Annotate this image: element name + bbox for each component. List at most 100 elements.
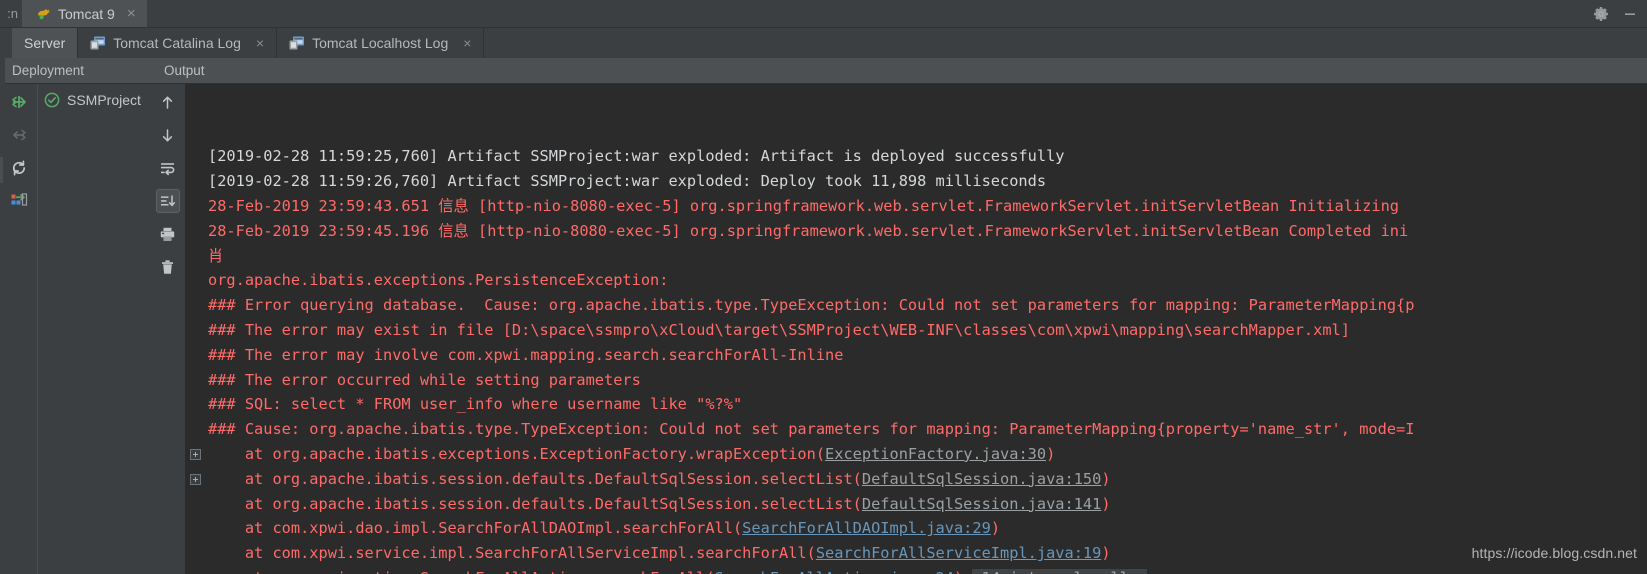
console-line: org.apache.ibatis.exceptions.Persistence…	[208, 268, 1647, 293]
console-line: [2019-02-28 11:59:25,760] Artifact SSMPr…	[208, 144, 1647, 169]
stacktrace-link[interactable]: SearchForAllDAOImpl.java:29	[742, 519, 991, 537]
console-line: 28-Feb-2019 23:59:45.196 信息 [http-nio-80…	[208, 219, 1647, 244]
close-icon[interactable]: ×	[256, 36, 264, 50]
console-fold-gutter	[186, 84, 208, 574]
run-configuration-tab-tomcat9[interactable]: Tomcat 9 ×	[22, 0, 147, 27]
console-text: ### The error occurred while setting par…	[208, 370, 641, 389]
console-text: at org.apache.ibatis.exceptions.Exceptio…	[208, 444, 826, 463]
stacktrace-link[interactable]: SearchForAllServiceImpl.java:19	[816, 544, 1102, 562]
console-line: 肖	[208, 244, 1647, 269]
console-text: [2019-02-28 11:59:26,760] Artifact SSMPr…	[208, 172, 1047, 191]
deploy-artifact-icon[interactable]	[9, 92, 29, 112]
fold-expand-icon[interactable]	[190, 473, 201, 485]
runbar-spacer	[147, 0, 1593, 27]
stacktrace-link-library[interactable]: DefaultSqlSession.java:141	[862, 495, 1101, 513]
output-panel: Output [2019-02-28 11:59:25,760] Artifac…	[150, 58, 1647, 574]
console-text-area[interactable]: [2019-02-28 11:59:25,760] Artifact SSMPr…	[186, 84, 1647, 574]
runbar-right-actions	[1593, 0, 1647, 27]
deployment-tree: SSMProject	[38, 84, 150, 574]
console-text: ### Error querying database. Cause: org.…	[208, 296, 1415, 315]
tool-window-left-stripe	[0, 57, 5, 574]
console-line: at org.apache.ibatis.exceptions.Exceptio…	[208, 442, 1647, 467]
scroll-up-icon[interactable]	[156, 90, 180, 114]
internal-calls-badge[interactable]: <14 internal calls>	[972, 568, 1148, 574]
console-text: ### Cause: org.apache.ibatis.type.TypeEx…	[208, 420, 1415, 439]
console-line: ### SQL: select * FROM user_info where u…	[208, 392, 1647, 417]
deployment-item-ssmproject[interactable]: SSMProject	[38, 90, 150, 110]
console-text: at org.apache.ibatis.session.defaults.De…	[208, 494, 862, 513]
stacktrace-link-library[interactable]: ExceptionFactory.java:30	[825, 445, 1046, 463]
console-text: 28-Feb-2019 23:59:43.651 信息 [http-nio-80…	[208, 196, 1409, 215]
deployment-action-toolbar	[0, 84, 38, 574]
output-body: [2019-02-28 11:59:25,760] Artifact SSMPr…	[150, 84, 1647, 574]
console-line: at com.xpwi.action.SearchForAllAction.se…	[208, 566, 1647, 574]
output-header: Output	[150, 58, 1647, 84]
console-line: ### The error occurred while setting par…	[208, 368, 1647, 393]
tab-tomcat-catalina-log-label: Tomcat Catalina Log	[113, 35, 241, 51]
tab-tomcat-localhost-log[interactable]: Tomcat Localhost Log ×	[277, 28, 485, 58]
console-tabstrip: Server Tomcat Catalina Log × Tomcat Loca…	[0, 28, 1647, 58]
edit-artifact-icon[interactable]	[9, 191, 29, 211]
console-text: )	[1101, 469, 1111, 488]
console-text: at org.apache.ibatis.session.defaults.De…	[208, 469, 862, 488]
console-text: 肖	[208, 246, 224, 265]
print-icon[interactable]	[156, 222, 180, 246]
left-stripe-mark	[0, 157, 3, 183]
tomcat-icon	[36, 6, 52, 21]
undeploy-artifact-icon	[9, 125, 29, 145]
success-check-icon	[44, 92, 60, 108]
close-icon[interactable]: ×	[463, 36, 471, 50]
clear-all-icon[interactable]	[156, 255, 180, 279]
scroll-down-icon[interactable]	[156, 123, 180, 147]
run-configuration-tab-label: Tomcat 9	[58, 5, 115, 22]
console-text: at com.xpwi.dao.impl.SearchForAllDAOImpl…	[208, 519, 743, 538]
console-line: ### The error may involve com.xpwi.mappi…	[208, 343, 1647, 368]
console-lines: [2019-02-28 11:59:25,760] Artifact SSMPr…	[208, 84, 1647, 574]
gear-icon[interactable]	[1593, 6, 1609, 22]
console-text: )	[954, 569, 972, 574]
console-line: at org.apache.ibatis.session.defaults.De…	[208, 467, 1647, 492]
soft-wrap-icon[interactable]	[156, 156, 180, 180]
idea-run-tool-window: n: Tomcat 9 × Server Tomcat Catalina Log…	[0, 0, 1647, 574]
console-text: )	[1046, 444, 1056, 463]
deployment-item-label: SSMProject	[67, 92, 141, 108]
minimize-icon[interactable]	[1623, 7, 1637, 21]
watermark: https://icode.blog.csdn.net	[1471, 545, 1637, 561]
log-icon	[90, 36, 106, 50]
console-line: ### Error querying database. Cause: org.…	[208, 293, 1647, 318]
console-text: at com.xpwi.service.impl.SearchForAllSer…	[208, 544, 816, 563]
console-text: ### SQL: select * FROM user_info where u…	[208, 395, 743, 414]
fold-expand-icon[interactable]	[190, 449, 201, 460]
tab-tomcat-localhost-log-label: Tomcat Localhost Log	[312, 35, 449, 51]
console-line: [2019-02-28 11:59:26,760] Artifact SSMPr…	[208, 169, 1647, 194]
scroll-to-end-icon[interactable]	[155, 189, 180, 213]
console-line: at org.apache.ibatis.session.defaults.De…	[208, 492, 1647, 517]
deployment-body: SSMProject	[0, 84, 150, 574]
console-text: )	[990, 519, 1001, 538]
tab-server-label: Server	[24, 35, 66, 51]
console-text: 28-Feb-2019 23:59:45.196 信息 [http-nio-80…	[208, 221, 1409, 240]
console-text: )	[1101, 544, 1111, 563]
console-line: at com.xpwi.service.impl.SearchForAllSer…	[208, 541, 1647, 566]
console-text: ### The error may exist in file [D:\spac…	[208, 320, 1350, 339]
deployment-header: Deployment	[0, 58, 150, 84]
console-action-toolbar	[150, 84, 186, 574]
console-line: ### Cause: org.apache.ibatis.type.TypeEx…	[208, 417, 1647, 442]
tab-tomcat-catalina-log[interactable]: Tomcat Catalina Log ×	[78, 28, 278, 58]
console-text: ### The error may involve com.xpwi.mappi…	[208, 345, 844, 364]
run-tool-window-body: Deployment SSMProject Output [2019-02-28…	[0, 58, 1647, 574]
console-text: org.apache.ibatis.exceptions.Persistence…	[208, 271, 678, 290]
close-icon[interactable]: ×	[127, 6, 136, 21]
run-toolwindow-header: n: Tomcat 9 ×	[0, 0, 1647, 28]
console-line: ### The error may exist in file [D:\spac…	[208, 318, 1647, 343]
console-text: [2019-02-28 11:59:25,760] Artifact SSMPr…	[208, 147, 1065, 166]
console-line: at com.xpwi.dao.impl.SearchForAllDAOImpl…	[208, 516, 1647, 541]
log-icon	[289, 36, 305, 50]
redeploy-icon[interactable]	[9, 158, 29, 178]
console-text: at com.xpwi.action.SearchForAllAction.se…	[208, 569, 715, 574]
stacktrace-link-library[interactable]: DefaultSqlSession.java:150	[862, 470, 1101, 488]
deployment-panel: Deployment SSMProject	[0, 58, 150, 574]
stacktrace-link[interactable]: SearchForAllAction.java:24	[715, 569, 954, 574]
tab-server[interactable]: Server	[12, 28, 79, 58]
console-text: )	[1101, 494, 1111, 513]
